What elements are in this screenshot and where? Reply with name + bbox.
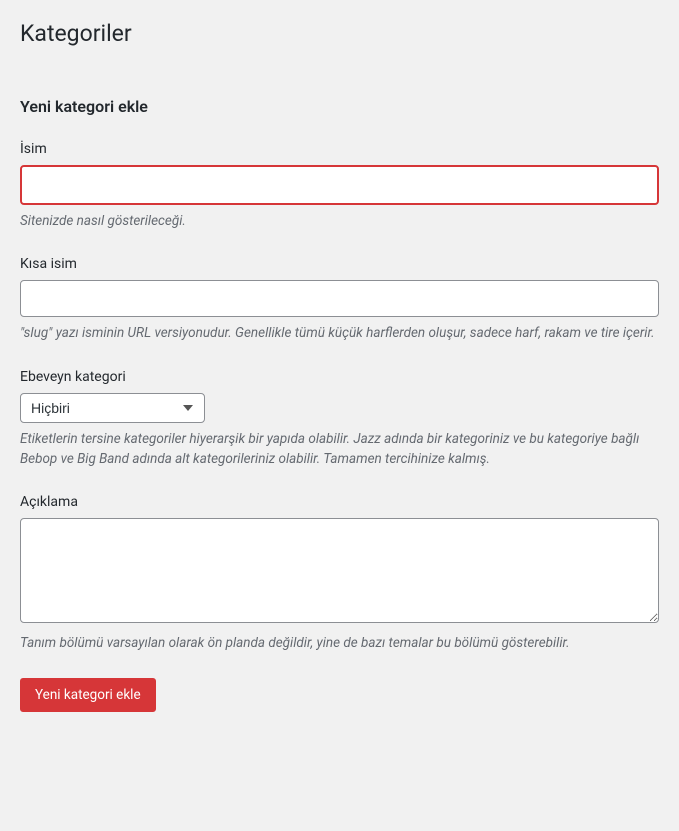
field-name-wrapper: İsim Sitenizde nasıl gösterileceği. [20,141,659,231]
section-heading: Yeni kategori ekle [20,97,659,116]
slug-description: "slug" yazı isminin URL versiyonudur. Ge… [20,323,659,343]
parent-description: Etiketlerin tersine kategoriler hiyerarş… [20,429,659,470]
field-description-wrapper: Açıklama Tanım bölümü varsayılan olarak … [20,494,659,653]
parent-label: Ebeveyn kategori [20,369,659,385]
slug-label: Kısa isim [20,256,659,272]
parent-select-wrapper: Hiçbiri [20,393,205,423]
slug-input[interactable] [20,280,659,318]
field-slug-wrapper: Kısa isim "slug" yazı isminin URL versiy… [20,256,659,344]
name-input[interactable] [20,165,659,205]
submit-button[interactable]: Yeni kategori ekle [20,678,156,712]
field-parent-wrapper: Ebeveyn kategori Hiçbiri Etiketlerin ter… [20,369,659,470]
name-description: Sitenizde nasıl gösterileceği. [20,211,659,231]
description-textarea[interactable] [20,518,659,623]
name-label: İsim [20,141,659,157]
page-title: Kategoriler [20,10,659,47]
description-label: Açıklama [20,494,659,510]
parent-select[interactable]: Hiçbiri [20,393,205,423]
description-help: Tanım bölümü varsayılan olarak ön planda… [20,633,659,653]
